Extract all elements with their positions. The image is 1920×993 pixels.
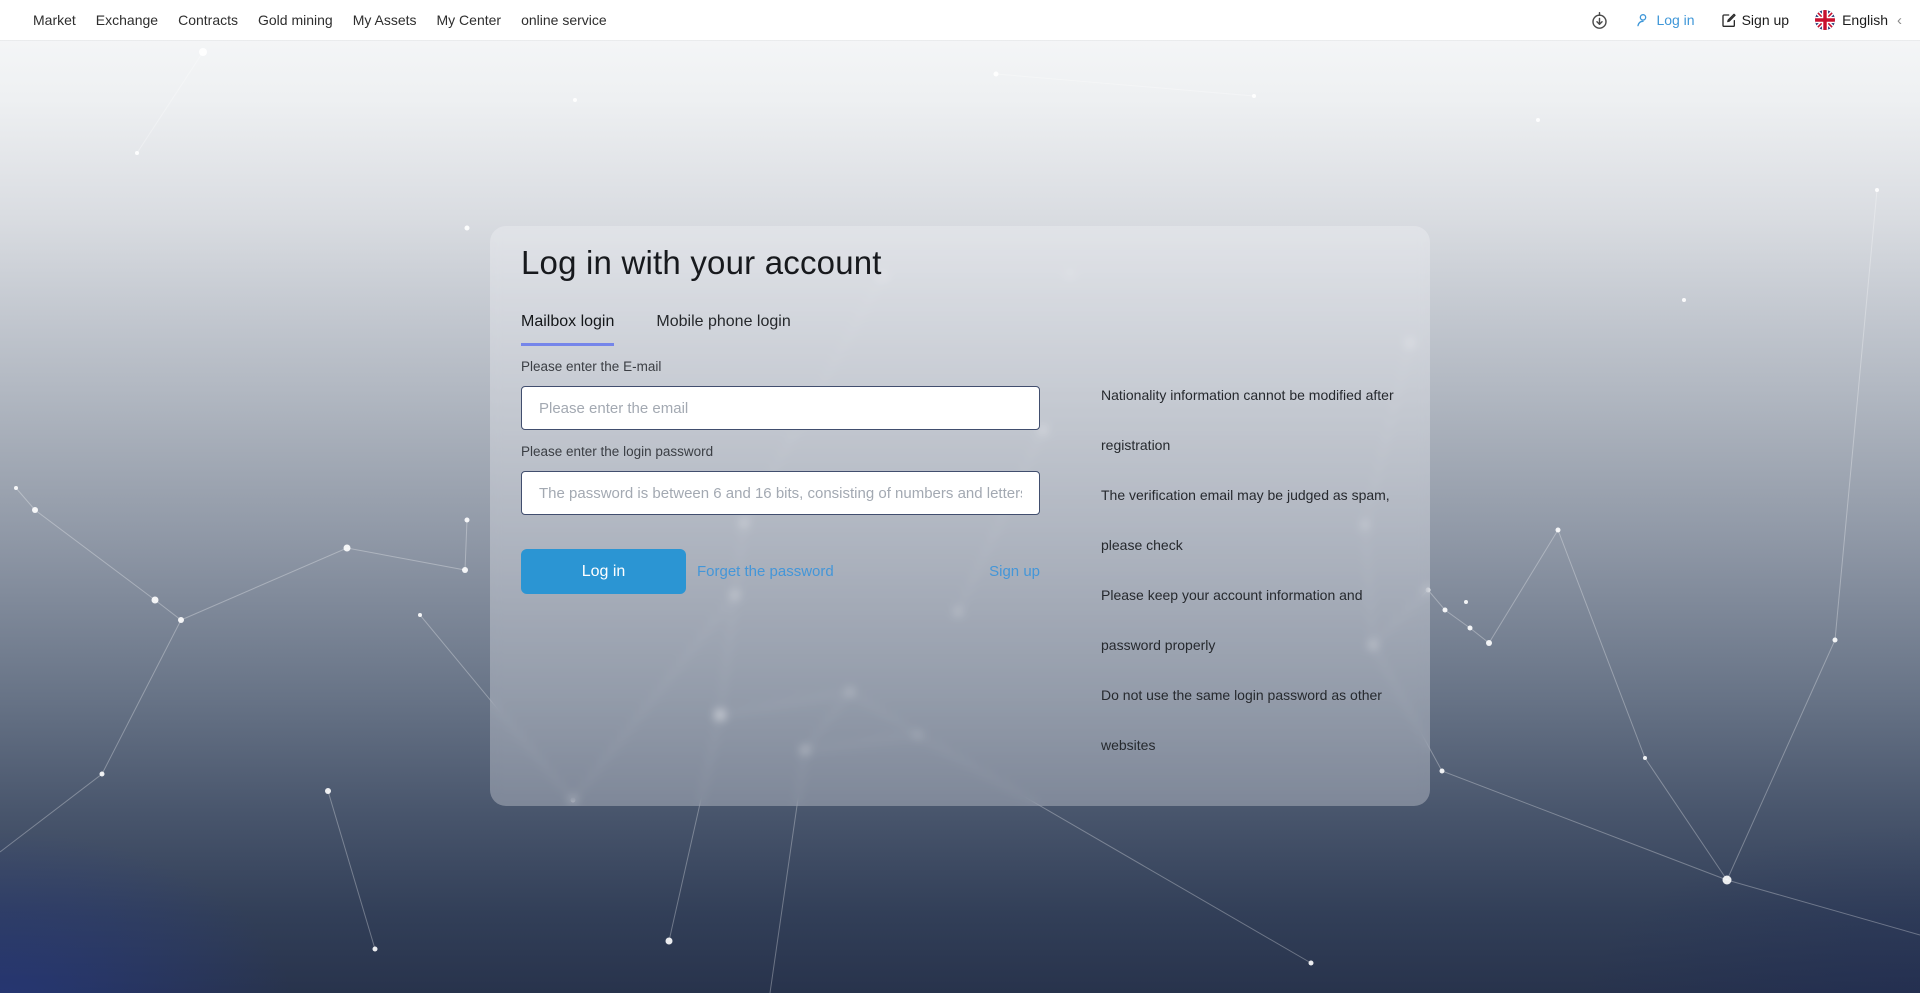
page-title: Log in with your account	[521, 244, 882, 282]
email-label: Please enter the E-mail	[521, 359, 1040, 374]
person-icon	[1635, 12, 1651, 28]
tip-keep-account: Please keep your account information and…	[1101, 570, 1407, 670]
main-menu: Market Exchange Contracts Gold mining My…	[33, 12, 607, 28]
login-form: Please enter the E-mail Please enter the…	[521, 359, 1040, 594]
uk-flag-icon	[1815, 10, 1835, 30]
forgot-password-link[interactable]: Forget the password	[697, 563, 834, 580]
tab-mobile-phone-login[interactable]: Mobile phone login	[656, 313, 790, 346]
login-tabs: Mailbox login Mobile phone login	[521, 313, 791, 346]
login-card: Log in with your account Mailbox login M…	[490, 226, 1430, 806]
password-input[interactable]	[521, 471, 1040, 515]
login-actions-row: Log in Forget the password Sign up	[521, 549, 1040, 594]
nav-item-contracts[interactable]: Contracts	[178, 12, 238, 28]
nav-item-my-center[interactable]: My Center	[437, 12, 502, 28]
signup-link[interactable]: Sign up	[989, 563, 1040, 580]
nav-signup-label: Sign up	[1742, 12, 1789, 28]
tip-nationality: Nationality information cannot be modifi…	[1101, 370, 1407, 470]
nav-item-gold-mining[interactable]: Gold mining	[258, 12, 333, 28]
nav-signup-button[interactable]: Sign up	[1721, 12, 1789, 28]
tab-mailbox-login[interactable]: Mailbox login	[521, 313, 614, 346]
login-button[interactable]: Log in	[521, 549, 686, 594]
login-tips: Nationality information cannot be modifi…	[1101, 370, 1407, 770]
download-icon[interactable]	[1590, 11, 1609, 30]
tip-same-password: Do not use the same login password as ot…	[1101, 670, 1407, 770]
language-label: English	[1842, 12, 1888, 28]
tip-verification: The verification email may be judged as …	[1101, 470, 1407, 570]
nav-right-cluster: Log in Sign up English ‹	[1590, 10, 1902, 30]
email-input[interactable]	[521, 386, 1040, 430]
nav-item-market[interactable]: Market	[33, 12, 76, 28]
nav-login-label: Log in	[1656, 12, 1694, 28]
nav-login-button[interactable]: Log in	[1635, 12, 1694, 28]
nav-item-my-assets[interactable]: My Assets	[353, 12, 417, 28]
edit-icon	[1721, 12, 1737, 28]
top-navbar: Market Exchange Contracts Gold mining My…	[0, 0, 1920, 40]
chevron-left-icon: ‹	[1897, 12, 1902, 29]
nav-item-online-service[interactable]: online service	[521, 12, 607, 28]
password-label: Please enter the login password	[521, 444, 1040, 459]
language-selector[interactable]: English ‹	[1815, 10, 1902, 30]
nav-item-exchange[interactable]: Exchange	[96, 12, 158, 28]
